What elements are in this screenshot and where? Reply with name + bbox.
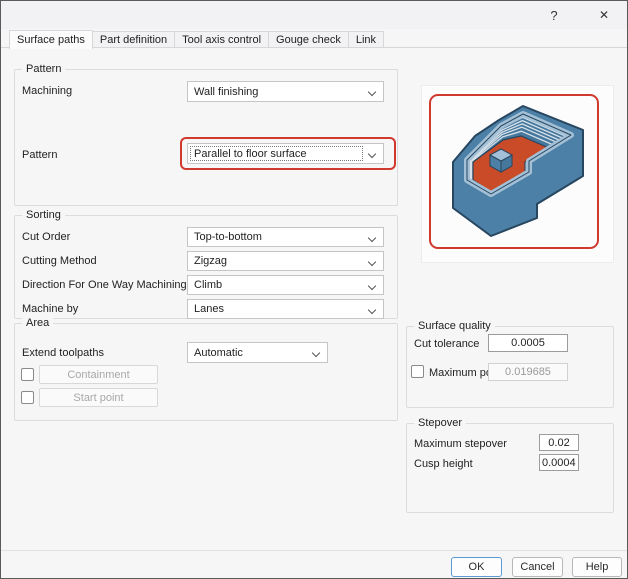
cutting-method-value: Zigzag [194, 255, 228, 267]
extend-toolpaths-value: Automatic [194, 346, 243, 359]
pattern-value: Parallel to floor surface [194, 147, 307, 160]
sorting-group-title: Sorting [22, 209, 65, 221]
start-point-checkbox[interactable] [21, 391, 34, 404]
stepover-title: Stepover [414, 417, 467, 429]
titlebar: ? ✕ [1, 1, 627, 29]
tabstrip: Surface paths Part definition Tool axis … [9, 30, 385, 49]
containment-checkbox[interactable] [21, 368, 34, 381]
machining-dropdown[interactable]: Wall finishing [187, 81, 384, 102]
max-point-distance-input [488, 363, 568, 381]
extend-toolpaths-label: Extend toolpaths [22, 347, 104, 359]
machine-by-value: Lanes [194, 303, 224, 315]
chevron-down-icon [367, 305, 377, 315]
pattern-dropdown[interactable]: Parallel to floor surface [187, 143, 384, 164]
ok-button[interactable]: OK [451, 557, 502, 577]
tab-tool-axis-control[interactable]: Tool axis control [175, 31, 270, 48]
cutting-method-dropdown[interactable]: Zigzag [187, 251, 384, 271]
cut-order-value: Top-to-bottom [194, 231, 262, 243]
close-icon[interactable]: ✕ [587, 1, 621, 29]
surface-quality-title: Surface quality [414, 320, 495, 332]
surface-paths-dialog: ? ✕ Surface paths Part definition Tool a… [0, 0, 628, 579]
chevron-down-icon [367, 233, 377, 243]
containment-button: Containment [39, 365, 158, 384]
cut-order-dropdown[interactable]: Top-to-bottom [187, 227, 384, 247]
cusp-height-input[interactable] [539, 454, 579, 471]
max-stepover-label: Maximum stepover [414, 438, 507, 450]
chevron-down-icon [311, 348, 321, 358]
machining-label: Machining [22, 85, 73, 97]
chevron-down-icon [367, 281, 377, 291]
tab-part-definition[interactable]: Part definition [92, 31, 176, 48]
part-preview-image [452, 105, 584, 237]
cut-tolerance-input[interactable] [488, 334, 568, 352]
footer-divider [1, 550, 627, 551]
chevron-down-icon [367, 149, 377, 159]
chevron-down-icon [367, 257, 377, 267]
pattern-group-title: Pattern [22, 63, 66, 75]
pattern-label: Pattern [22, 149, 58, 161]
one-way-direction-value: Climb [194, 279, 223, 291]
machine-by-label: Machine by [22, 303, 79, 315]
machine-by-dropdown[interactable]: Lanes [187, 299, 384, 319]
machining-value: Wall finishing [194, 85, 259, 98]
chevron-down-icon [367, 87, 377, 97]
area-group-title: Area [22, 317, 54, 329]
tab-surface-paths[interactable]: Surface paths [9, 30, 93, 49]
cutting-method-label: Cutting Method [22, 255, 97, 267]
help-button[interactable]: Help [572, 557, 622, 577]
cusp-height-label: Cusp height [414, 458, 473, 470]
extend-toolpaths-dropdown[interactable]: Automatic [187, 342, 328, 363]
help-icon[interactable]: ? [537, 1, 571, 29]
max-point-distance-checkbox[interactable] [411, 365, 424, 378]
one-way-direction-dropdown[interactable]: Climb [187, 275, 384, 295]
max-stepover-input[interactable] [539, 434, 579, 451]
cut-tolerance-label: Cut tolerance [414, 338, 480, 350]
toolpath-preview-panel [421, 85, 614, 263]
tab-link[interactable]: Link [348, 31, 385, 48]
one-way-direction-label: Direction For One Way Machining [22, 279, 187, 291]
tab-gouge-check[interactable]: Gouge check [269, 31, 349, 48]
cut-order-label: Cut Order [22, 231, 71, 243]
start-point-button: Start point [39, 388, 158, 407]
cancel-button[interactable]: Cancel [512, 557, 563, 577]
